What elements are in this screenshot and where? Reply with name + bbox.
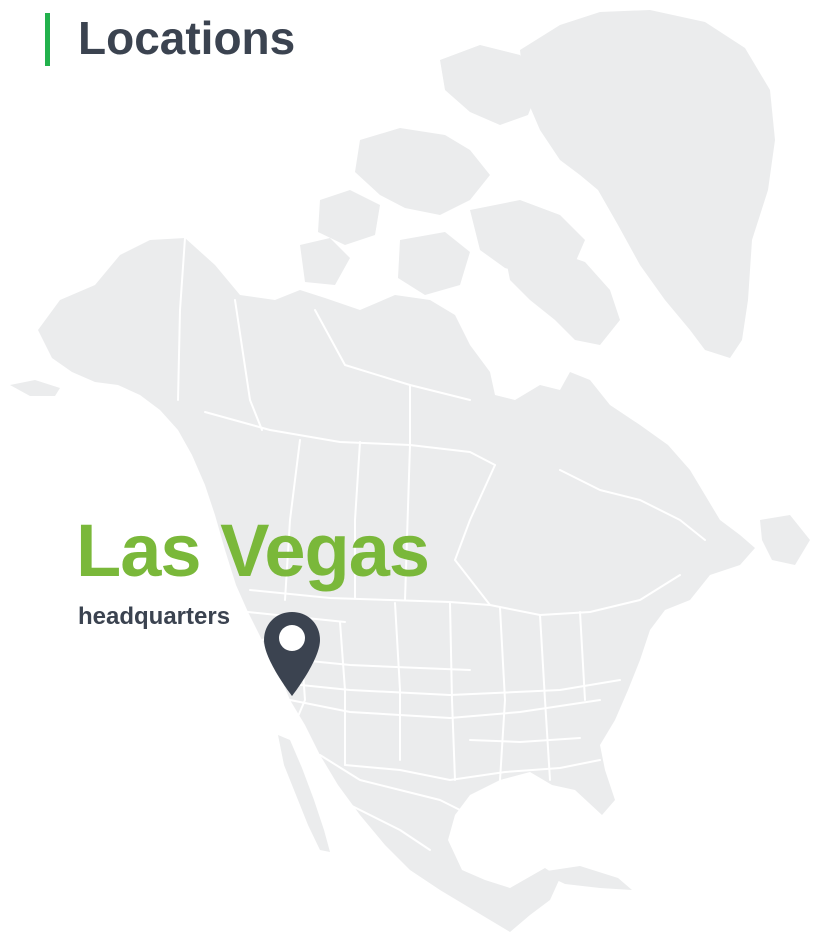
locations-section: Locations Las Vegas headquarters xyxy=(0,0,822,943)
newfoundland-land xyxy=(760,515,810,565)
location-city-name: Las Vegas xyxy=(76,509,430,592)
map-pin-icon[interactable] xyxy=(262,610,322,698)
aleutian-islands-land xyxy=(10,380,60,396)
title-accent-bar xyxy=(45,13,50,66)
north-america-map xyxy=(10,10,810,932)
page-title: Locations xyxy=(78,12,296,64)
location-type-label: headquarters xyxy=(78,603,231,630)
